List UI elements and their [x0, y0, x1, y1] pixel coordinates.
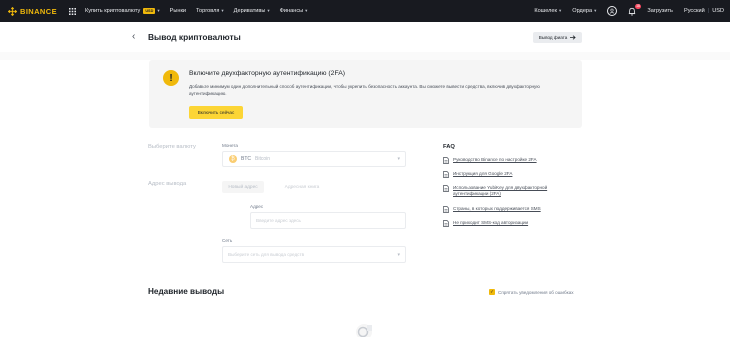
brand-name: BINANCE [20, 6, 57, 16]
recent-withdrawals-title: Недавние выводы [148, 287, 225, 296]
notification-count-badge: 18 [634, 3, 642, 9]
2fa-warning-banner: ! Включите двухфакторную аутентификацию … [149, 60, 582, 128]
warning-title: Включите двухфакторную аутентификацию (2… [189, 70, 346, 77]
coin-field-label: Монета [222, 143, 238, 148]
fiat-withdraw-button[interactable]: Вывод фиата [533, 32, 582, 43]
fiat-withdraw-label: Вывод фиата [538, 35, 568, 40]
nav-buy-crypto[interactable]: Купить криптовалюту USD ▾ [85, 8, 160, 14]
warning-description: Добавьте минимум один дополнительный спо… [189, 84, 540, 96]
faq-link[interactable]: Не приходит SMS-код авторизации [443, 220, 573, 227]
checkbox-checked-icon[interactable]: ✓ [489, 289, 495, 295]
chevron-down-icon: ▾ [397, 156, 400, 162]
chevron-left-icon[interactable]: ‹ [132, 31, 135, 42]
top-navigation-bar: BINANCE Купить криптовалюту USD ▾ Рынки … [0, 0, 730, 22]
nav-derivatives-label: Деривативы [233, 8, 266, 14]
user-profile-icon[interactable] [607, 6, 618, 16]
withdraw-address-label: Адрес вывода [148, 181, 187, 187]
document-icon [443, 157, 449, 164]
coin-select[interactable]: ₿ BTC Bitcoin ▾ [222, 151, 406, 167]
document-icon [443, 185, 449, 192]
faq-link[interactable]: Страны, в которых поддерживается SMS [443, 206, 573, 213]
empty-state-icon [356, 324, 372, 337]
chevron-down-icon: ▾ [558, 8, 562, 13]
notifications-button[interactable]: 18 [628, 3, 642, 16]
currency-badge: USD [143, 8, 156, 14]
nav-finance[interactable]: Финансы ▾ [280, 8, 308, 14]
nav-orders-label: Ордера [572, 8, 593, 14]
faq-title: FAQ [443, 144, 455, 150]
nav-markets[interactable]: Рынки [170, 8, 186, 14]
nav-markets-label: Рынки [169, 8, 187, 14]
currency-label: USD [712, 8, 724, 14]
nav-finance-label: Финансы [279, 8, 304, 14]
address-field-label: Адрес [250, 204, 264, 209]
chevron-down-icon: ▾ [157, 8, 160, 13]
network-field-label: Сеть [222, 238, 233, 243]
chevron-down-icon: ▾ [267, 8, 270, 13]
binance-logo-icon [8, 6, 17, 16]
nav-derivatives[interactable]: Деривативы ▾ [234, 8, 270, 14]
header-divider [0, 52, 730, 60]
network-select[interactable]: Выберите сеть для вывода средств ▾ [222, 246, 406, 263]
faq-link-text: Не приходит SMS-код авторизации [453, 220, 529, 225]
language-currency-selector[interactable]: Русский | USD [684, 8, 724, 14]
nav-orders[interactable]: Ордера ▾ [572, 8, 596, 14]
tab-address-book[interactable]: Адресная книга [274, 181, 330, 193]
enable-2fa-button[interactable]: Включить сейчас [189, 106, 243, 119]
nav-trade-label: Торговля [196, 8, 220, 14]
page-header [0, 22, 730, 52]
chevron-down-icon: ▾ [221, 8, 224, 13]
chevron-down-icon: ▾ [594, 8, 597, 13]
nav-wallet[interactable]: Кошелек ▾ [534, 8, 561, 14]
faq-link[interactable]: Инструкция для Google 2FA [443, 171, 573, 178]
faq-link-text: Страны, в которых поддерживается SMS [453, 206, 541, 211]
nav-trade[interactable]: Торговля ▾ [196, 8, 224, 14]
page-title: Вывод криптовалюты [148, 32, 241, 42]
chevron-down-icon: ▾ [397, 252, 400, 258]
select-coin-label: Выберите валюту [148, 144, 196, 150]
nav-download[interactable]: Загрузить [647, 8, 673, 14]
document-icon [443, 206, 449, 213]
bitcoin-icon: ₿ [229, 155, 237, 163]
faq-link-text: Руководство Binance по настройке 2FA [453, 157, 537, 162]
chevron-down-icon: ▾ [305, 8, 308, 13]
document-icon [443, 220, 449, 227]
address-input[interactable]: Введите адрес здесь [250, 212, 406, 229]
language-label: Русский [683, 8, 705, 14]
nav-buy-crypto-label: Купить криптовалюту [84, 8, 141, 14]
arrow-right-icon [570, 35, 576, 40]
hide-errors-toggle[interactable]: ✓ Спрятать уведомления об ошибках [489, 289, 574, 295]
nav-wallet-label: Кошелек [534, 8, 557, 14]
nav-download-label: Загрузить [647, 8, 673, 14]
warning-icon: ! [163, 70, 179, 86]
document-icon [443, 171, 449, 178]
faq-link[interactable]: Использование YubiKey для двухфакторной … [443, 185, 573, 197]
language-currency-separator: | [707, 8, 710, 14]
apps-grid-icon[interactable] [68, 7, 76, 15]
binance-logo[interactable]: BINANCE [8, 6, 57, 16]
tab-new-address[interactable]: Новый адрес [222, 181, 264, 193]
coin-symbol: BTC [241, 156, 251, 162]
hide-errors-label: Спрятать уведомления об ошибках [498, 289, 574, 295]
network-placeholder: Выберите сеть для вывода средств [228, 252, 305, 257]
faq-link-text: Использование YubiKey для двухфакторной … [453, 185, 548, 196]
coin-name: Bitcoin [255, 156, 271, 162]
user-icon [610, 8, 615, 14]
faq-link-text: Инструкция для Google 2FA [453, 171, 513, 176]
faq-link[interactable]: Руководство Binance по настройке 2FA [443, 157, 573, 164]
